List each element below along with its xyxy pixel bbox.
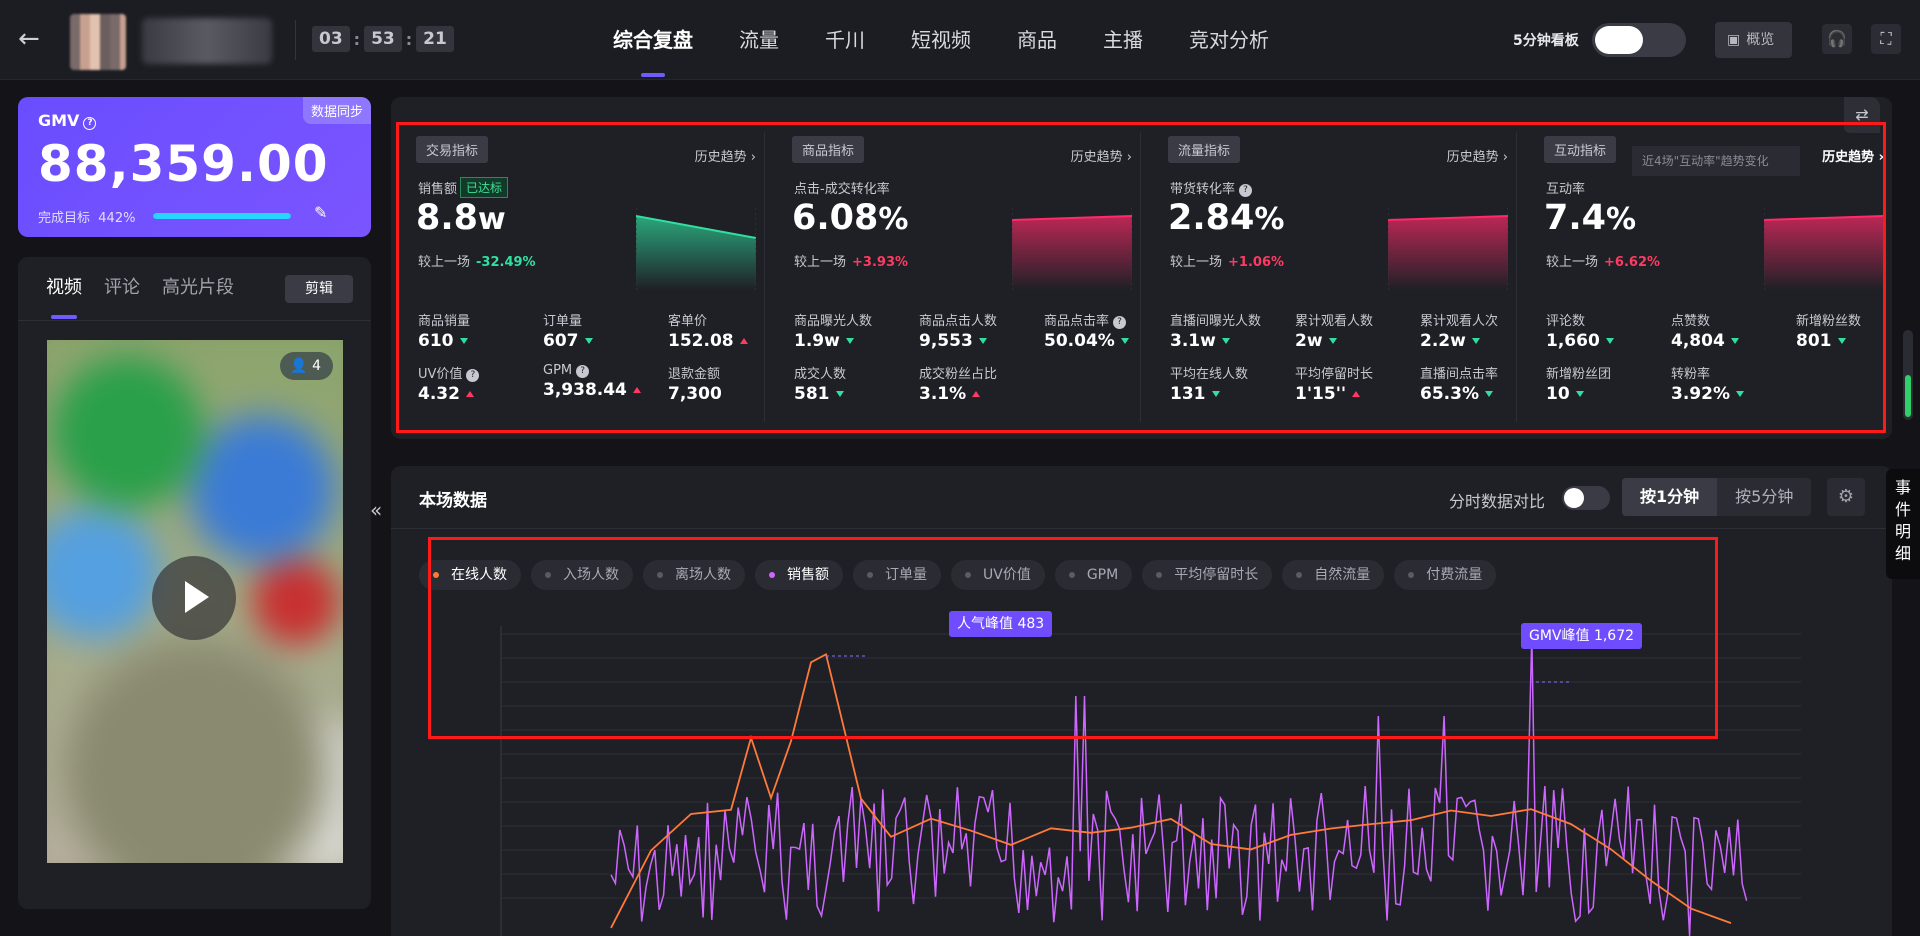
timer-hours: 03 xyxy=(312,26,350,52)
seg-1min[interactable]: 按1分钟 xyxy=(1622,478,1718,516)
tab-indicator xyxy=(51,315,77,319)
data-sync-button[interactable]: 数据同步 xyxy=(302,97,371,124)
back-arrow-icon[interactable]: ← xyxy=(18,26,46,54)
nav-tab[interactable]: 综合复盘 xyxy=(590,0,716,80)
video-player[interactable]: 👤 4 xyxy=(47,340,343,863)
overview-icon: ▣ xyxy=(1727,32,1741,48)
timer-minutes: 53 xyxy=(364,26,402,52)
live-timer: 03 : 53 : 21 xyxy=(312,26,454,52)
highlight-box xyxy=(396,122,1886,433)
tab-comments[interactable]: 评论 xyxy=(104,273,140,299)
main-nav: 综合复盘 流量 千川 短视频 商品 主播 竞对分析 xyxy=(590,0,1292,80)
gear-icon[interactable]: ⚙ xyxy=(1827,478,1865,516)
video-tabs: 视频 评论 高光片段 xyxy=(46,273,234,299)
nav-tab[interactable]: 千川 xyxy=(802,0,888,80)
gmv-card: GMV? 数据同步 88,359.00 完成目标 442% ✎ xyxy=(18,97,371,237)
gmv-value: 88,359.00 xyxy=(38,135,329,193)
avatar xyxy=(70,14,126,70)
goal-text: 完成目标 442% xyxy=(38,211,136,226)
video-panel: 视频 评论 高光片段 剪辑 👤 4 xyxy=(18,257,371,909)
edit-icon[interactable]: ✎ xyxy=(314,203,327,222)
tab-video[interactable]: 视频 xyxy=(46,273,82,299)
account-name-blurred xyxy=(142,18,272,64)
compare-label: 分时数据对比 xyxy=(1449,492,1546,511)
timer-seconds: 21 xyxy=(416,26,454,52)
fullscreen-icon[interactable]: ⛶ xyxy=(1871,24,1901,54)
compare-toggle[interactable] xyxy=(1562,486,1610,510)
nav-tab[interactable]: 商品 xyxy=(994,0,1080,80)
tab-highlights[interactable]: 高光片段 xyxy=(162,273,234,299)
gmv-label: GMV? xyxy=(38,111,97,130)
scroll-indicator[interactable] xyxy=(1903,330,1913,420)
help-icon[interactable]: ? xyxy=(83,117,97,130)
collapse-chevron-icon[interactable]: « xyxy=(370,498,382,522)
nav-tab[interactable]: 主播 xyxy=(1080,0,1166,80)
chart-title: 本场数据 xyxy=(419,491,487,511)
seg-5min[interactable]: 按5分钟 xyxy=(1717,478,1811,516)
play-icon[interactable] xyxy=(152,556,236,640)
highlight-box xyxy=(428,537,1718,739)
nav-tab[interactable]: 流量 xyxy=(716,0,802,80)
five-min-board-label: 5分钟看板 xyxy=(1513,33,1579,49)
event-detail-tab[interactable]: 事件明细 xyxy=(1886,469,1920,579)
divider xyxy=(295,20,296,60)
headset-icon[interactable]: 🎧 xyxy=(1822,24,1852,54)
nav-tab[interactable]: 竞对分析 xyxy=(1166,0,1292,80)
interval-segmented-control: 按1分钟 按5分钟 xyxy=(1622,478,1812,516)
cut-button[interactable]: 剪辑 xyxy=(285,275,353,303)
goal-progress-bar xyxy=(153,213,291,219)
user-icon: 👤 xyxy=(290,358,308,374)
nav-tab[interactable]: 短视频 xyxy=(888,0,994,80)
overview-button[interactable]: ▣ 概览 xyxy=(1715,22,1792,58)
top-bar: ← 03 : 53 : 21 综合复盘 流量 千川 短视频 商品 主播 竞对分析 5分钟看板… xyxy=(0,0,1920,80)
five-min-board-toggle[interactable] xyxy=(1592,23,1686,57)
viewer-count: 👤 4 xyxy=(280,352,333,380)
